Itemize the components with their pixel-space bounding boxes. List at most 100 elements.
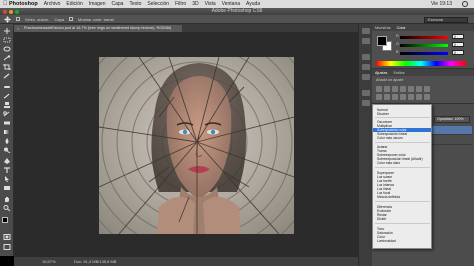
paragraph-panel-icon[interactable] (362, 74, 370, 80)
green-slider[interactable] (400, 44, 448, 47)
blue-value-field[interactable]: 0 (452, 50, 464, 55)
crop-tool-icon[interactable] (3, 64, 11, 70)
blend-mode-option[interactable]: Dividir (377, 217, 386, 221)
adjustments-panel: Añadir un ajuste (372, 76, 474, 104)
curves-adjustment-icon[interactable] (392, 86, 398, 92)
path-selection-tool-icon[interactable] (3, 176, 11, 182)
pen-tool-icon[interactable] (3, 158, 11, 164)
blur-tool-icon[interactable] (3, 138, 11, 144)
lasso-tool-icon[interactable] (3, 46, 11, 52)
color-balance-adjustment-icon[interactable] (424, 86, 430, 92)
quick-mask-icon[interactable] (3, 234, 11, 240)
history-panel-icon[interactable] (362, 28, 370, 34)
menu-separator (375, 201, 430, 202)
gradient-map-adjustment-icon[interactable] (424, 94, 430, 100)
marquee-tool-icon[interactable] (3, 37, 11, 43)
blend-mode-option[interactable]: Color más oscuro (377, 136, 403, 140)
color-panel: R 0 G 0 B 0 (372, 31, 474, 69)
photo-filter-adjustment-icon[interactable] (384, 94, 390, 100)
app-menu[interactable]: Photoshop (9, 0, 38, 8)
menu-filtro[interactable]: Filtro (175, 0, 186, 8)
blend-mode-option[interactable]: Disolver (377, 112, 389, 116)
menu-3d[interactable]: 3D (192, 0, 198, 8)
rectangle-tool-icon[interactable] (3, 185, 11, 191)
tab-color[interactable]: Color (397, 26, 406, 30)
blend-mode-option[interactable]: Mezcla definida (377, 195, 400, 199)
menu-ventana[interactable]: Ventana (222, 0, 240, 8)
spotlight-search-icon[interactable] (462, 1, 468, 7)
menu-separator (375, 167, 430, 168)
blue-slider-label: B (396, 50, 399, 54)
zoom-level[interactable]: 16,67% (42, 259, 62, 264)
adjustments-panel-tabs: Ajustes Estilos (372, 69, 474, 76)
red-value-field[interactable]: 0 (452, 34, 464, 39)
posterize-adjustment-icon[interactable] (408, 94, 414, 100)
eyedropper-tool-icon[interactable] (3, 73, 11, 79)
menu-imagen[interactable]: Imagen (89, 0, 106, 8)
levels-adjustment-icon[interactable] (384, 86, 390, 92)
toolbox (0, 24, 14, 256)
foreground-color-swatch[interactable] (2, 217, 8, 223)
type-tool-icon[interactable] (3, 167, 11, 173)
options-bar: Selec. autom. Capa Mostrar contr. transf… (0, 15, 474, 24)
menu-seleccion[interactable]: Selección (147, 0, 169, 8)
green-value-field[interactable]: 0 (452, 42, 464, 47)
opacity-field[interactable]: Opacidad: 100% (434, 116, 470, 123)
properties-panel-icon[interactable] (362, 54, 370, 60)
healing-brush-tool-icon[interactable] (3, 84, 11, 90)
menu-ayuda[interactable]: Ayuda (246, 0, 260, 8)
black-white-adjustment-icon[interactable] (376, 94, 382, 100)
show-transform-checkbox[interactable] (69, 17, 74, 21)
eraser-tool-icon[interactable] (3, 120, 11, 126)
vibrance-adjustment-icon[interactable] (408, 86, 414, 92)
tab-adjustments[interactable]: Ajustes (375, 71, 387, 75)
gradient-tool-icon[interactable] (3, 129, 11, 135)
collapsed-panels-strip (358, 24, 372, 266)
auto-select-target[interactable]: Capa (54, 17, 64, 22)
tab-swatches[interactable]: Muestras (375, 26, 391, 30)
screen-mode-icon[interactable] (3, 244, 11, 250)
auto-select-label: Selec. autom. (25, 16, 50, 22)
blend-mode-dropdown-menu: Normal Disolver Oscurecer Multiplicar Su… (372, 104, 432, 249)
clone-stamp-tool-icon[interactable] (3, 102, 11, 108)
menu-capa[interactable]: Capa (112, 0, 124, 8)
quick-select-tool-icon[interactable] (3, 55, 11, 61)
clone-source-panel-icon[interactable] (362, 100, 370, 106)
menu-archivo[interactable]: Archivo (44, 0, 61, 8)
character-panel-icon[interactable] (362, 64, 370, 70)
close-tab-icon[interactable]: × (17, 25, 19, 32)
document-canvas[interactable] (14, 32, 358, 256)
tab-styles[interactable]: Estilos (393, 71, 404, 75)
document-image[interactable] (99, 57, 294, 234)
workspace-switcher[interactable]: Esencial (424, 16, 468, 23)
hand-tool-icon[interactable] (3, 196, 11, 202)
threshold-adjustment-icon[interactable] (416, 94, 422, 100)
zoom-tool-icon[interactable] (3, 205, 11, 211)
actions-panel-icon[interactable] (362, 38, 370, 44)
menu-edicion[interactable]: Edición (66, 0, 82, 8)
document-tab[interactable]: × PracticamedadeEdicion.psd al 16,7% (tr… (14, 25, 182, 32)
exposure-adjustment-icon[interactable] (400, 86, 406, 92)
foreground-color-swatch[interactable] (377, 36, 387, 46)
brightness-adjustment-icon[interactable] (376, 86, 382, 92)
green-slider-label: G (396, 42, 399, 46)
auto-select-checkbox[interactable] (16, 17, 20, 21)
invert-adjustment-icon[interactable] (400, 94, 406, 100)
channel-mixer-adjustment-icon[interactable] (392, 94, 398, 100)
brush-tool-icon[interactable] (3, 93, 11, 99)
move-tool-icon[interactable] (3, 28, 11, 34)
hue-saturation-adjustment-icon[interactable] (416, 86, 422, 92)
blue-slider[interactable] (400, 52, 448, 55)
dodge-tool-icon[interactable] (3, 147, 11, 153)
document-size[interactable]: Doc: 51,4 MB/135,8 MB (74, 259, 116, 264)
blend-mode-option[interactable]: Color más claro (377, 161, 400, 165)
menu-vista[interactable]: Vista (205, 0, 216, 8)
history-brush-tool-icon[interactable] (3, 111, 11, 117)
brush-panel-icon[interactable] (362, 90, 370, 96)
window-titlebar: Adobe Photoshop CS6 (0, 8, 474, 15)
color-panel-tabs: Muestras Color (372, 24, 474, 31)
red-slider[interactable] (400, 36, 448, 39)
menu-texto[interactable]: Texto (129, 0, 141, 8)
blend-mode-option[interactable]: Luminosidad (377, 239, 396, 243)
color-spectrum-bar[interactable] (376, 61, 466, 66)
